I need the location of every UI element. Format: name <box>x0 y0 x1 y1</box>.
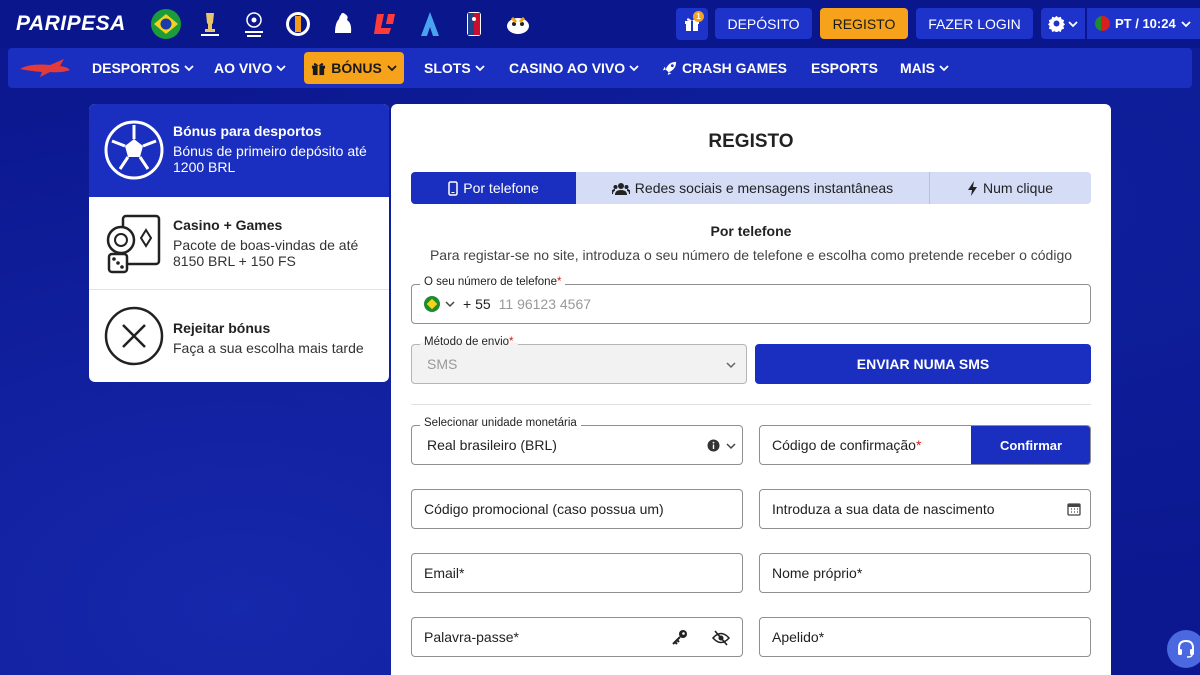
brazil-flag-icon[interactable] <box>150 8 182 40</box>
europa-league-icon[interactable] <box>282 8 314 40</box>
surname-input[interactable]: Apelido* <box>759 617 1091 657</box>
email-input[interactable]: Email* <box>411 553 743 593</box>
casino-cards-dice-icon <box>106 214 161 274</box>
deposit-button[interactable]: DEPÓSITO <box>715 8 812 39</box>
bonus-description: Faça a sua escolha mais tarde <box>173 340 364 356</box>
nav-crash-games[interactable]: CRASH GAMES <box>661 48 787 88</box>
bonus-description: Bónus de primeiro depósito até 1200 BRL <box>173 143 367 175</box>
tab-by-phone[interactable]: Por telefone <box>411 172 576 204</box>
promo-code-input[interactable]: Código promocional (caso possua um) <box>411 489 743 529</box>
info-icon[interactable] <box>707 439 720 452</box>
serie-a-icon[interactable] <box>414 8 446 40</box>
section-description: Para registar-se no site, introduza o se… <box>429 247 1073 263</box>
nav-esports[interactable]: ESPORTS <box>811 48 878 88</box>
chevron-down-icon <box>939 65 949 72</box>
key-icon[interactable] <box>671 629 688 646</box>
settings-button[interactable] <box>1041 8 1085 39</box>
bonus-title: Rejeitar bónus <box>173 320 271 336</box>
nba-icon[interactable] <box>458 8 490 40</box>
language-time-selector[interactable]: PT / 10:24 <box>1087 8 1200 39</box>
bonus-option-reject[interactable]: Rejeitar bónus Faça a sua escolha mais t… <box>89 290 389 382</box>
close-circle-icon <box>104 306 164 366</box>
chevron-down-icon <box>276 65 286 72</box>
paripesa-logo[interactable]: PARIPESA <box>16 12 126 36</box>
send-sms-button[interactable]: ENVIAR NUMA SMS <box>755 344 1091 384</box>
gift-count-badge: 1 <box>693 11 704 22</box>
chevron-down-icon <box>726 362 736 369</box>
main-navigation: DESPORTOS AO VIVO BÓNUS SLOTS CASINO AO … <box>8 48 1192 88</box>
bonus-option-sports[interactable]: Bónus para desportos Bónus de primeiro d… <box>89 104 389 197</box>
chevron-down-icon <box>387 65 397 72</box>
section-subtitle: Por telefone <box>710 223 792 239</box>
nav-sports[interactable]: DESPORTOS <box>92 48 194 88</box>
first-name-input[interactable]: Nome próprio* <box>759 553 1091 593</box>
support-chat-button[interactable] <box>1167 630 1200 668</box>
register-button[interactable]: REGISTO <box>820 8 908 39</box>
premier-league-icon[interactable] <box>326 8 358 40</box>
champions-league-icon[interactable] <box>238 8 270 40</box>
mascot-icon[interactable] <box>502 8 534 40</box>
calendar-icon[interactable] <box>1067 502 1081 516</box>
nav-live-casino[interactable]: CASINO AO VIVO <box>509 48 639 88</box>
gift-icon <box>312 62 326 75</box>
chevron-down-icon[interactable] <box>445 299 455 309</box>
bonus-selection-panel: Bónus para desportos Bónus de primeiro d… <box>89 104 389 382</box>
gear-icon <box>1048 15 1065 32</box>
nav-slots[interactable]: SLOTS <box>424 48 485 88</box>
rocket-icon <box>662 61 677 75</box>
bonus-option-casino[interactable]: Casino + Games Pacote de boas-vindas de … <box>89 197 389 290</box>
phone-input[interactable]: 11 96123 4567 <box>499 296 591 312</box>
send-method-value: SMS <box>427 356 458 372</box>
users-icon <box>611 182 630 195</box>
nav-live[interactable]: AO VIVO <box>214 48 286 88</box>
brazil-flag-icon <box>424 296 440 312</box>
registration-form: REGISTO Por telefone Redes sociais e men… <box>391 104 1111 675</box>
phone-icon <box>448 180 458 196</box>
chevron-down-icon <box>1181 20 1191 27</box>
confirmation-code-field[interactable]: Código de confirmação* Confirmar <box>759 425 1091 465</box>
lightning-icon <box>967 180 977 196</box>
bonus-description: Pacote de boas-vindas de até 8150 BRL + … <box>173 237 359 269</box>
aviator-plane-icon[interactable] <box>18 57 74 84</box>
language-time-label: PT / 10:24 <box>1115 16 1176 31</box>
chevron-down-icon <box>726 443 736 450</box>
soccer-ball-icon <box>104 120 164 180</box>
registration-tabs: Por telefone Redes sociais e mensagens i… <box>411 172 1091 204</box>
form-divider <box>411 404 1091 405</box>
league-shortcuts <box>150 8 534 40</box>
libertadores-icon[interactable] <box>194 8 226 40</box>
headset-icon <box>1178 639 1194 658</box>
tab-one-click[interactable]: Num clique <box>930 172 1091 204</box>
registration-title: REGISTO <box>708 131 794 152</box>
chevron-down-icon <box>629 65 639 72</box>
bonus-title: Casino + Games <box>173 217 283 233</box>
eye-hidden-icon[interactable] <box>712 630 730 646</box>
currency-select[interactable]: Selecionar unidade monetária Real brasil… <box>411 417 743 465</box>
password-input[interactable]: Palavra-passe* <box>411 617 743 657</box>
laliga-icon[interactable] <box>370 8 402 40</box>
confirm-button[interactable]: Confirmar <box>971 426 1090 464</box>
bonus-title: Bónus para desportos <box>173 123 322 139</box>
currency-value: Real brasileiro (BRL) <box>427 437 557 453</box>
phone-number-field[interactable]: O seu número de telefone* + 55 11 96123 … <box>411 276 1091 324</box>
chevron-down-icon <box>475 65 485 72</box>
chevron-down-icon <box>184 65 194 72</box>
send-method-select[interactable]: Método de envio* SMS <box>411 336 747 384</box>
nav-more[interactable]: MAIS <box>900 48 949 88</box>
chevron-down-icon <box>1068 20 1078 27</box>
top-header: PARIPESA 1 DEPÓSITO REGISTO FAZER LOGIN … <box>0 0 1200 48</box>
phone-country-code: + 55 <box>463 296 491 312</box>
portugal-flag-icon <box>1095 16 1110 31</box>
nav-bonus[interactable]: BÓNUS <box>304 52 404 84</box>
birth-date-input[interactable]: Introduza a sua data de nascimento <box>759 489 1091 529</box>
login-button[interactable]: FAZER LOGIN <box>916 8 1033 39</box>
tab-social-networks[interactable]: Redes sociais e mensagens instantâneas <box>576 172 930 204</box>
gift-button[interactable]: 1 <box>676 8 708 40</box>
